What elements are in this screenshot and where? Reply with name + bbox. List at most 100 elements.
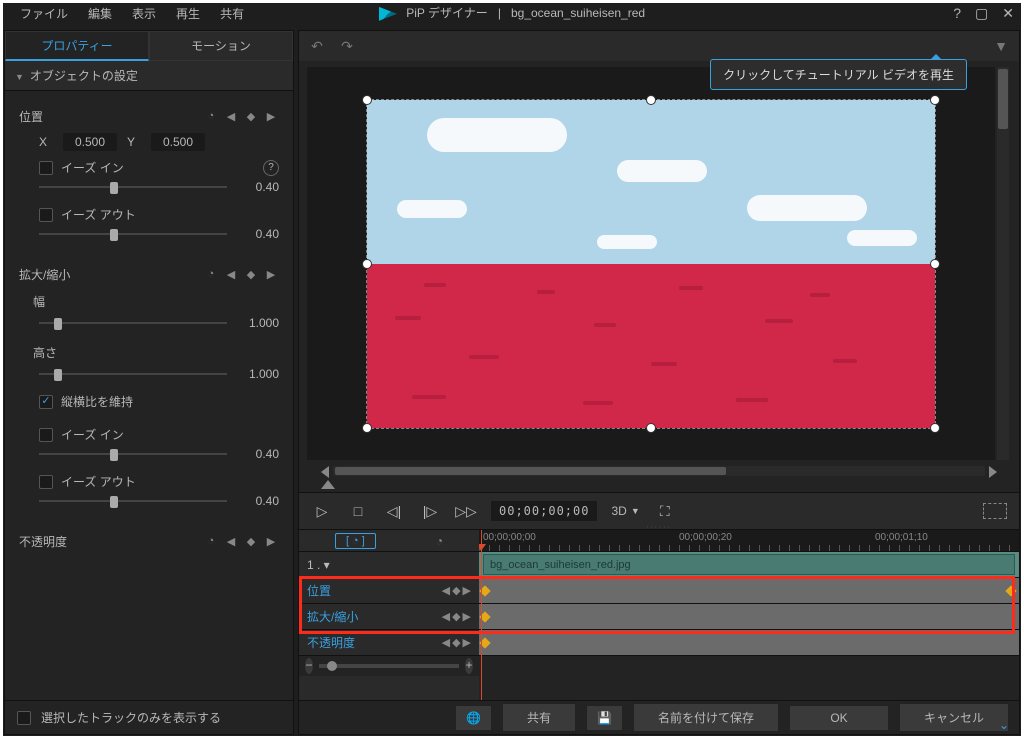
label-scale-ease-out: イーズ アウト bbox=[61, 473, 136, 490]
preview-canvas[interactable] bbox=[307, 67, 995, 460]
track-op-add-icon[interactable]: ◆ bbox=[452, 636, 460, 649]
stopwatch-icon[interactable]: ◔ bbox=[203, 108, 219, 124]
preview-vscroll[interactable] bbox=[997, 67, 1009, 460]
help-ease-icon[interactable]: ? bbox=[263, 160, 279, 176]
slider-width[interactable] bbox=[39, 316, 227, 330]
play-icon[interactable]: ▷ bbox=[311, 500, 333, 522]
tab-properties[interactable]: プロパティー bbox=[5, 31, 149, 61]
maximize-icon[interactable]: ▢ bbox=[975, 5, 988, 22]
fullscreen-icon[interactable]: ⛶ bbox=[654, 500, 676, 522]
btn-ok[interactable]: OK bbox=[789, 705, 889, 731]
timeline-row-opacity[interactable] bbox=[479, 630, 1019, 656]
track-pos-add-icon[interactable]: ◆ bbox=[452, 584, 460, 597]
collapse-preview-icon[interactable]: ⌄ bbox=[999, 718, 1009, 732]
pip-object[interactable] bbox=[366, 99, 936, 429]
slider-pos-ease-out[interactable] bbox=[39, 227, 227, 241]
title-app: PiP デザイナー bbox=[406, 6, 488, 20]
close-icon[interactable]: ✕ bbox=[1002, 5, 1014, 22]
save-icon[interactable]: 💾 bbox=[586, 705, 623, 731]
btn-cancel[interactable]: キャンセル bbox=[899, 703, 1009, 732]
label-pos-ease-in: イーズ イン bbox=[61, 159, 124, 176]
prev-frame-icon[interactable]: ◁| bbox=[383, 500, 405, 522]
slider-pos-ease-in[interactable] bbox=[39, 180, 227, 194]
help-icon[interactable]: ? bbox=[953, 5, 961, 21]
track-scale[interactable]: 拡大/縮小 bbox=[307, 608, 436, 625]
track-position[interactable]: 位置 bbox=[307, 582, 436, 599]
val-pos-ease-in: 0.40 bbox=[237, 180, 279, 194]
track-pos-prev-icon[interactable]: ◀ bbox=[442, 584, 450, 597]
checkbox-scale-ease-in[interactable] bbox=[39, 428, 53, 442]
prev-keyframe-scale-icon[interactable]: ◀ bbox=[223, 266, 239, 282]
hscroll-left-icon[interactable] bbox=[321, 466, 329, 478]
track-op-next-icon[interactable]: ▶ bbox=[463, 636, 471, 649]
hscroll-right-icon[interactable] bbox=[989, 466, 997, 478]
title-file: bg_ocean_suiheisen_red bbox=[511, 6, 645, 20]
track-opacity[interactable]: 不透明度 bbox=[307, 634, 436, 651]
section-object-settings[interactable]: オブジェクトの設定 bbox=[5, 61, 293, 91]
btn-share[interactable]: 共有 bbox=[502, 703, 576, 732]
stopwatch-scale-icon[interactable]: ◔ bbox=[203, 266, 219, 282]
checkbox-show-selected-only[interactable] bbox=[17, 711, 31, 725]
preview-hscroll[interactable] bbox=[333, 466, 985, 476]
checkbox-pos-ease-in[interactable] bbox=[39, 161, 53, 175]
input-position-y[interactable]: 0.500 bbox=[151, 133, 205, 151]
globe-icon[interactable]: 🌐 bbox=[455, 705, 492, 731]
timeline-ruler[interactable]: 00;00;00;00 00;00;00;20 00;00;01;10 bbox=[479, 530, 1019, 552]
timeline-row-position[interactable] bbox=[479, 578, 1019, 604]
add-keyframe-opacity-icon[interactable]: ◆ bbox=[243, 533, 259, 549]
timecode[interactable]: 00;00;00;00 bbox=[491, 501, 597, 521]
slider-scale-ease-in[interactable] bbox=[39, 447, 227, 461]
checkbox-scale-ease-out[interactable] bbox=[39, 475, 53, 489]
timeline-zoom-slider[interactable] bbox=[319, 664, 459, 668]
track-scale-add-icon[interactable]: ◆ bbox=[452, 610, 460, 623]
fast-forward-icon[interactable]: ▷▷ bbox=[455, 500, 477, 522]
prev-keyframe-icon[interactable]: ◀ bbox=[223, 108, 239, 124]
checkbox-keep-aspect[interactable] bbox=[39, 395, 53, 409]
menu-share[interactable]: 共有 bbox=[210, 1, 254, 26]
add-keyframe-scale-icon[interactable]: ◆ bbox=[243, 266, 259, 282]
undo-icon[interactable]: ↶ bbox=[307, 36, 327, 56]
btn-save-as[interactable]: 名前を付けて保存 bbox=[633, 703, 779, 732]
zoom-out-icon[interactable]: − bbox=[305, 658, 313, 674]
menu-view[interactable]: 表示 bbox=[122, 1, 166, 26]
stop-icon[interactable]: □ bbox=[347, 500, 369, 522]
tab-motion[interactable]: モーション bbox=[149, 31, 293, 61]
label-position: 位置 bbox=[19, 108, 203, 125]
track-scale-next-icon[interactable]: ▶ bbox=[463, 610, 471, 623]
menu-file[interactable]: ファイル bbox=[10, 1, 78, 26]
menu-edit[interactable]: 編集 bbox=[78, 1, 122, 26]
label-width: 幅 bbox=[19, 287, 279, 314]
slider-scale-ease-out[interactable] bbox=[39, 494, 227, 508]
input-position-x[interactable]: 0.500 bbox=[63, 133, 117, 151]
timeline-clip[interactable]: bg_ocean_suiheisen_red.jpg bbox=[483, 554, 1015, 575]
playhead[interactable] bbox=[481, 530, 482, 700]
checkbox-pos-ease-out[interactable] bbox=[39, 208, 53, 222]
prev-keyframe-opacity-icon[interactable]: ◀ bbox=[223, 533, 239, 549]
safe-zone-icon[interactable] bbox=[983, 503, 1007, 519]
timeline-clip-row[interactable]: bg_ocean_suiheisen_red.jpg bbox=[479, 552, 1019, 578]
timeline-mode-clock-icon[interactable]: ◔ bbox=[436, 534, 443, 548]
label-show-selected-only: 選択したトラックのみを表示する bbox=[41, 709, 221, 726]
next-keyframe-opacity-icon[interactable]: ▶ bbox=[263, 533, 279, 549]
tutorial-tooltip[interactable]: クリックしてチュートリアル ビデオを再生 bbox=[710, 59, 967, 90]
menubar: ファイル 編集 表示 再生 共有 PiP デザイナー | bg_ocean_su… bbox=[0, 0, 1024, 26]
timeline-row-scale[interactable] bbox=[479, 604, 1019, 630]
track-scale-prev-icon[interactable]: ◀ bbox=[442, 610, 450, 623]
dropdown-icon[interactable]: ▼ bbox=[991, 36, 1011, 56]
timeline-mode-keyframe[interactable]: [ ◔ ] bbox=[335, 533, 376, 549]
next-keyframe-icon[interactable]: ▶ bbox=[263, 108, 279, 124]
label-scale-ease-in: イーズ イン bbox=[61, 426, 124, 443]
slider-height[interactable] bbox=[39, 367, 227, 381]
track-pos-next-icon[interactable]: ▶ bbox=[463, 584, 471, 597]
track-op-prev-icon[interactable]: ◀ bbox=[442, 636, 450, 649]
3d-toggle[interactable]: 3D ▼ bbox=[611, 504, 639, 518]
menu-play[interactable]: 再生 bbox=[166, 1, 210, 26]
stopwatch-opacity-icon[interactable]: ◔ bbox=[203, 533, 219, 549]
next-frame-icon[interactable]: |▷ bbox=[419, 500, 441, 522]
redo-icon[interactable]: ↷ bbox=[337, 36, 357, 56]
next-keyframe-scale-icon[interactable]: ▶ bbox=[263, 266, 279, 282]
zoom-in-icon[interactable]: + bbox=[465, 658, 473, 674]
playback-bar: ▷ □ ◁| |▷ ▷▷ 00;00;00;00 3D ▼ ⛶ :::::: bbox=[299, 492, 1019, 530]
add-keyframe-icon[interactable]: ◆ bbox=[243, 108, 259, 124]
label-height: 高さ bbox=[19, 338, 279, 365]
